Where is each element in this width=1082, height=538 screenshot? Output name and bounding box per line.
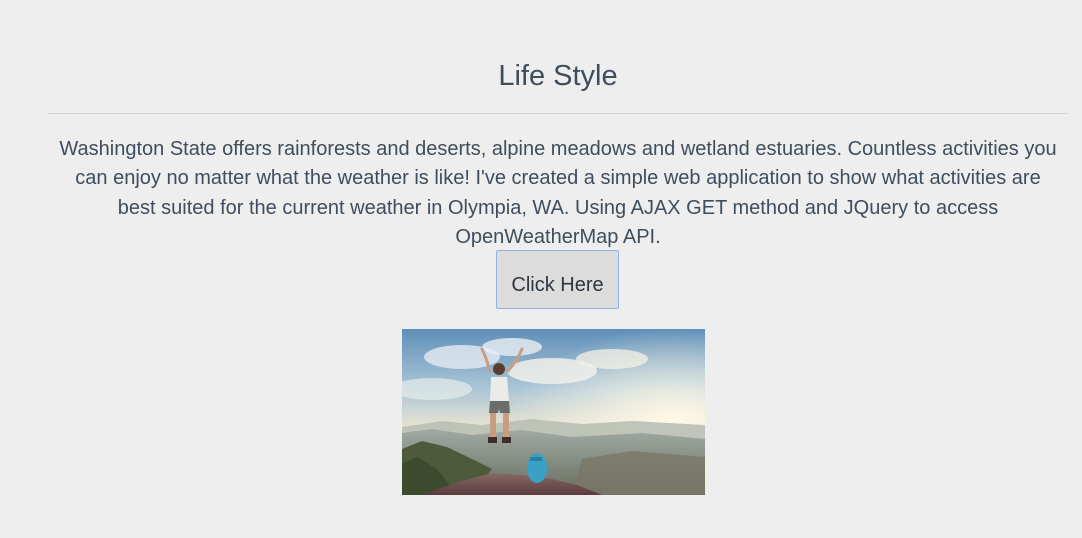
page: Life Style Washington State offers rainf… <box>0 0 1082 538</box>
hiker-on-peak-photo <box>402 329 705 495</box>
intro-paragraph: Washington State offers rainforests and … <box>59 138 1057 249</box>
hero-image <box>402 329 705 495</box>
title-divider <box>48 113 1068 114</box>
click-here-button[interactable]: Click Here <box>496 250 619 309</box>
page-title: Life Style <box>498 60 618 92</box>
